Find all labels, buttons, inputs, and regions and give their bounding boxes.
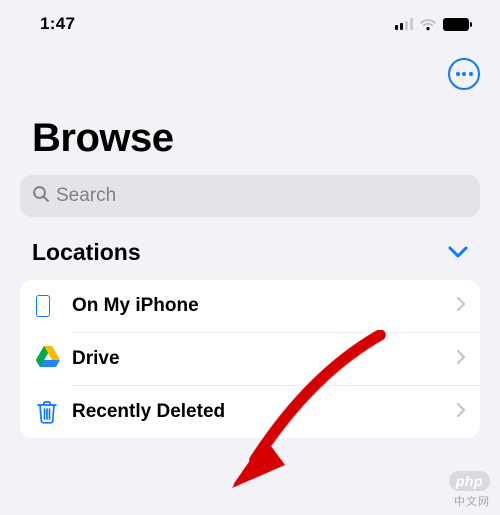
search-icon xyxy=(32,185,50,208)
location-on-my-iphone[interactable]: On My iPhone xyxy=(20,280,480,332)
location-label: Drive xyxy=(72,348,456,370)
trash-icon xyxy=(36,400,58,424)
more-button[interactable] xyxy=(448,58,480,90)
battery-icon xyxy=(443,18,472,31)
watermark: php 中文网 xyxy=(449,471,490,509)
location-label: On My iPhone xyxy=(72,295,456,317)
watermark-logo: php xyxy=(449,471,490,491)
status-time: 1:47 xyxy=(40,14,75,34)
status-bar: 1:47 xyxy=(0,0,500,48)
locations-title: Locations xyxy=(32,239,141,266)
chevron-right-icon xyxy=(456,349,466,370)
wifi-icon xyxy=(419,18,437,31)
dot-icon xyxy=(469,72,473,76)
dot-icon xyxy=(456,72,460,76)
cellular-icon xyxy=(395,18,413,30)
watermark-text: 中文网 xyxy=(449,493,490,509)
dot-icon xyxy=(462,72,466,76)
search-bar[interactable] xyxy=(20,175,480,217)
status-indicators xyxy=(395,18,472,31)
locations-list: On My iPhone Drive xyxy=(20,280,480,438)
chevron-down-icon[interactable] xyxy=(448,246,468,259)
google-drive-icon xyxy=(36,346,60,372)
location-drive[interactable]: Drive xyxy=(20,333,480,385)
search-input[interactable] xyxy=(56,185,468,207)
nav-row xyxy=(0,48,500,108)
page-title: Browse xyxy=(0,108,500,175)
chevron-right-icon xyxy=(456,402,466,423)
iphone-icon xyxy=(36,295,50,317)
locations-header[interactable]: Locations xyxy=(0,239,500,276)
location-label: Recently Deleted xyxy=(72,401,456,423)
chevron-right-icon xyxy=(456,296,466,317)
location-recently-deleted[interactable]: Recently Deleted xyxy=(20,386,480,438)
